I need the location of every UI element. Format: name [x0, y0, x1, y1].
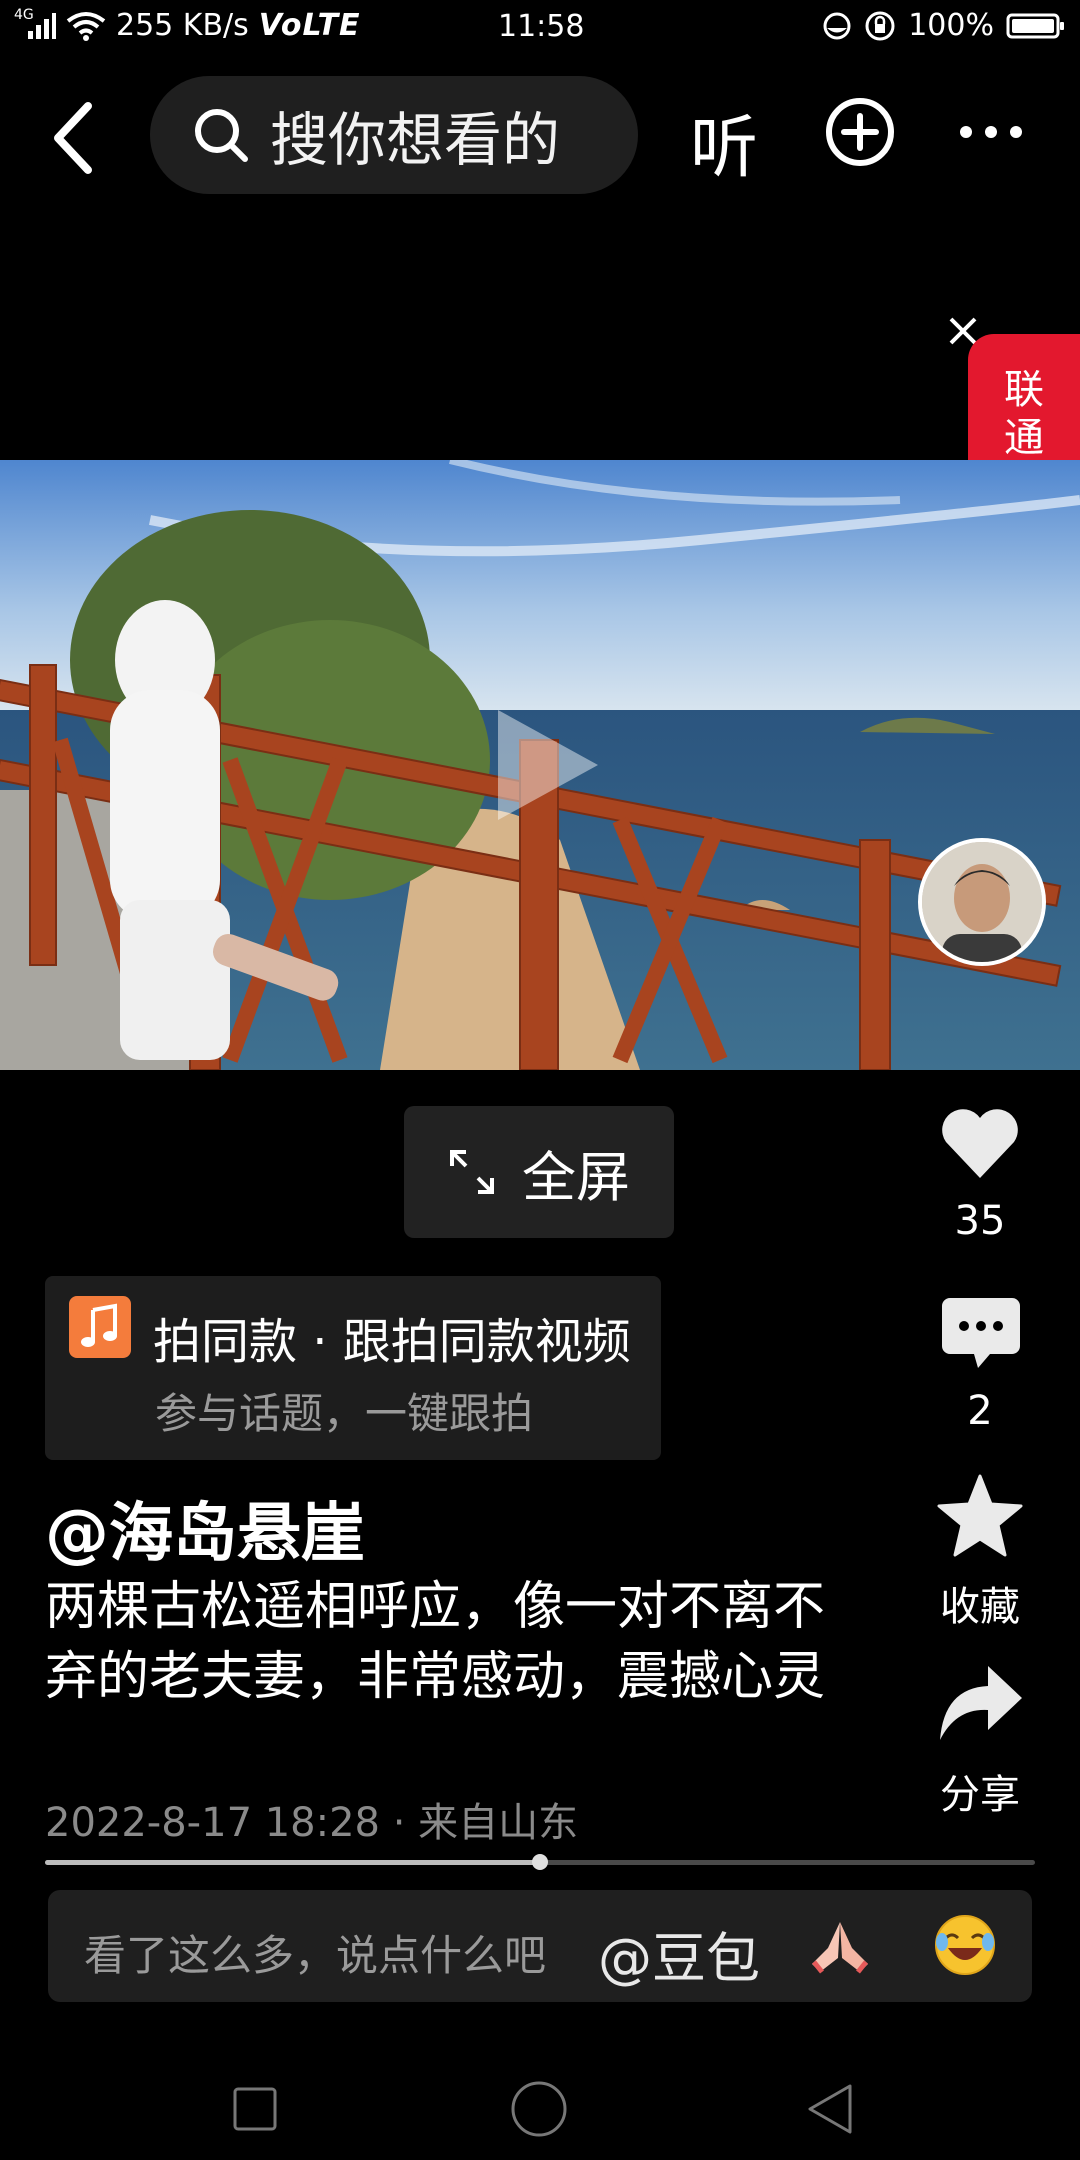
recent-apps-icon[interactable]	[232, 2086, 278, 2132]
progress-bar[interactable]	[45, 1854, 1035, 1870]
post-description: 两棵古松遥相呼应，像一对不离不弃的老夫妻，非常感动，震撼心灵	[45, 1577, 826, 1707]
comment-input[interactable]: 看了这么多，说点什么吧 @豆包	[48, 1890, 1032, 2002]
network-speed: 255 KB/s	[116, 8, 249, 43]
comment-count: 2	[967, 1388, 993, 1434]
search-placeholder: 搜你想看的	[270, 106, 561, 174]
search-icon	[195, 109, 248, 162]
avatar[interactable]	[918, 838, 1046, 966]
back-arrow-icon[interactable]	[48, 98, 98, 178]
music-card[interactable]: 拍同款 · 跟拍同款视频 参与话题，一键跟拍	[45, 1276, 661, 1460]
clock: 11:58	[498, 9, 585, 44]
volte-label: VoLTE	[258, 8, 361, 43]
status-bar: 4G 255 KB/s VoLTE 11:58 100%	[0, 0, 1080, 56]
share-icon[interactable]	[938, 1664, 1024, 1744]
fullscreen-label: 全屏	[522, 1145, 630, 1209]
battery-icon	[1006, 13, 1064, 38]
fullscreen-icon	[450, 1150, 494, 1194]
music-title: 拍同款 · 跟拍同款视频	[153, 1314, 631, 1370]
system-nav-bar	[0, 2050, 1080, 2160]
mention-button[interactable]: @豆包	[598, 1914, 760, 1993]
more-icon[interactable]	[958, 124, 1024, 140]
signal-icon: 4G	[14, 7, 56, 41]
share-label: 分享	[940, 1772, 1020, 1818]
eye-comfort-icon	[823, 12, 851, 39]
progress-thumb[interactable]	[532, 1854, 548, 1870]
music-subtitle: 参与话题，一键跟拍	[155, 1389, 534, 1438]
home-icon[interactable]	[510, 2080, 568, 2138]
status-left: 4G 255 KB/s VoLTE	[14, 7, 361, 44]
star-icon[interactable]	[936, 1474, 1024, 1558]
music-note-icon	[69, 1296, 131, 1358]
search-bar[interactable]: 搜你想看的	[150, 76, 638, 194]
wifi-icon	[66, 11, 106, 41]
favorite-label: 收藏	[940, 1584, 1020, 1630]
video-frame	[0, 460, 1080, 1070]
post-meta: 2022-8-17 18:28 · 来自山东	[45, 1800, 579, 1846]
video-player[interactable]	[0, 460, 1080, 1070]
comment-icon[interactable]	[940, 1296, 1022, 1372]
laughing-emoji-icon[interactable]	[932, 1912, 998, 1978]
status-right: 100%	[822, 8, 1066, 43]
listen-button[interactable]: 听	[690, 92, 758, 191]
rotation-lock-icon	[865, 11, 895, 40]
praying-hands-icon[interactable]	[808, 1918, 872, 1976]
author-name[interactable]: @海岛悬崖	[45, 1482, 365, 1574]
add-circle-icon[interactable]	[824, 96, 896, 168]
like-count: 35	[954, 1198, 1006, 1244]
back-icon[interactable]	[804, 2082, 856, 2136]
like-icon[interactable]	[938, 1104, 1022, 1180]
battery-percent: 100%	[908, 8, 994, 43]
fullscreen-button[interactable]: 全屏	[404, 1106, 674, 1238]
progress-fill	[45, 1860, 540, 1865]
comment-placeholder: 看了这么多，说点什么吧	[84, 1931, 547, 1980]
